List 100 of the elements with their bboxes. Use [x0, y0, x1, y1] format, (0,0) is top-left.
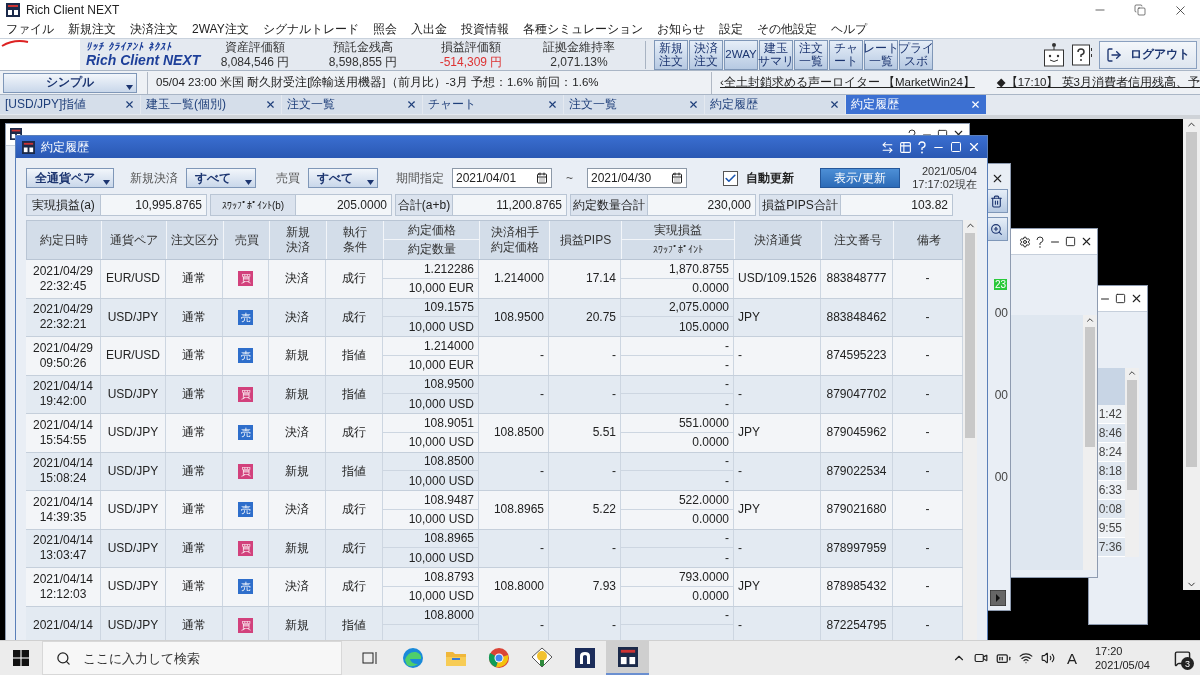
table-cell: 108.9051 — [383, 414, 478, 433]
table-cell: 通常 — [166, 491, 223, 529]
menu-item[interactable]: 2WAY注文 — [192, 20, 249, 38]
table-cell: 指値 — [326, 452, 383, 490]
column-header: 執行 条件 — [327, 221, 384, 259]
robot-icon[interactable] — [1043, 41, 1065, 68]
table-cell-text: 10,000 USD — [407, 395, 475, 413]
scroll-right-button[interactable] — [990, 590, 1006, 606]
tab[interactable]: 約定履歴 — [705, 95, 845, 114]
menu-item[interactable]: その他設定 — [756, 20, 817, 38]
toolbar-button[interactable]: 新規 注文 — [654, 39, 688, 70]
menu-item[interactable]: シグナルトレード — [262, 20, 359, 38]
speaker-icon[interactable] — [1040, 651, 1055, 665]
date-field[interactable]: 2021/04/30 — [587, 168, 687, 188]
table-cell: 5.22 — [549, 491, 621, 529]
swap-icon[interactable] — [881, 140, 894, 154]
clock[interactable]: 17:20 2021/05/04 — [1088, 644, 1156, 672]
scrollbar[interactable] — [1125, 368, 1139, 557]
toolbar-button[interactable]: レート 一覧 — [864, 39, 898, 70]
toolbar-button[interactable]: 2WAY — [724, 39, 758, 70]
table-icon[interactable] — [899, 140, 912, 154]
app-icon — [22, 140, 35, 154]
logout-icon — [1106, 46, 1122, 63]
table-cell: - — [734, 529, 821, 567]
table-cell: EUR/USD — [101, 337, 166, 375]
table-cell: 通常 — [166, 568, 223, 606]
scroll-up-icon[interactable] — [1085, 315, 1095, 325]
logout-button[interactable]: ログアウト — [1099, 40, 1197, 69]
wifi-icon[interactable] — [1018, 651, 1033, 665]
menu-item[interactable]: 新規注文 — [68, 20, 116, 38]
scrollbar[interactable] — [1183, 119, 1200, 590]
calendar-icon[interactable] — [671, 172, 683, 184]
table-cell: 108.8793 — [383, 568, 478, 587]
dropdown[interactable]: 全通貨ペア — [26, 168, 114, 188]
toolbar-button[interactable]: 注文 一覧 — [794, 39, 828, 70]
tab[interactable]: 建玉一覧(個別) — [141, 95, 281, 114]
tab[interactable]: [USD/JPY]指値 — [0, 95, 140, 114]
table-cell: 2021/04/14 13:03:47 — [26, 529, 101, 567]
news-link[interactable]: ‹全土封鎖求める声ーロイター 【MarketWin24】 — [720, 75, 975, 90]
scroll-up-icon[interactable] — [1127, 368, 1137, 378]
column-header: 決済相手 約定価格 — [480, 221, 550, 259]
column-header: ｽﾜｯﾌﾟﾎﾟｲﾝﾄ — [652, 243, 704, 257]
tab[interactable]: 約定履歴 — [846, 95, 986, 114]
toolbar-button[interactable]: 決済 注文 — [689, 39, 723, 70]
column-header: 約定日時 — [27, 221, 102, 259]
stat-label: 資産評価額 — [225, 39, 285, 55]
table-cell: 新規 — [269, 375, 326, 413]
date-field[interactable]: 2021/04/01 — [452, 168, 552, 188]
toolbar-button[interactable]: 建玉 サマリ — [759, 39, 793, 70]
tab[interactable]: チャート — [423, 95, 563, 114]
table-cell: 2021/04/29 09:50:26 — [26, 337, 101, 375]
scrollbar-thumb[interactable] — [1127, 380, 1137, 490]
window-title: Rich Client NEXT — [26, 3, 120, 17]
scrollbar-thumb[interactable] — [1085, 327, 1095, 447]
camera-icon[interactable] — [973, 651, 988, 665]
table-cell: 2021/04/14 19:42:00 — [26, 375, 101, 413]
scrollbar-thumb[interactable] — [1185, 132, 1198, 467]
view-select[interactable]: シンプル — [3, 72, 137, 93]
news-link[interactable]: ◆【17:10】 英3月消費者信用残高、予 — [996, 75, 1200, 90]
stat-value: 8,084,546 円 — [220, 54, 290, 70]
dropdown[interactable]: すべて — [186, 168, 256, 188]
menu-item[interactable]: 設定 — [718, 20, 743, 38]
filter-label: 期間指定 — [396, 169, 444, 187]
menu-item[interactable]: ヘルプ — [830, 20, 867, 38]
scrollbar[interactable] — [1083, 315, 1097, 570]
toolbar-button[interactable]: チャ ート — [829, 39, 863, 70]
table-cell: 1.214000 — [479, 260, 549, 298]
side-badge: 買 — [238, 271, 253, 287]
table-cell: 通常 — [166, 414, 223, 452]
table-cell: 2021/04/29 22:32:45 — [26, 260, 101, 298]
table-cell: 通常 — [166, 298, 223, 336]
checkbox[interactable] — [723, 170, 738, 186]
tab[interactable]: 注文一覧 — [282, 95, 422, 114]
table-cell: - — [734, 337, 821, 375]
menu-item[interactable]: 各種シミュレーション — [522, 20, 643, 38]
ime-indicator[interactable]: A — [1062, 649, 1081, 667]
settings-icon[interactable] — [1019, 235, 1031, 248]
table-cell: 878985432 — [821, 568, 893, 606]
table-cell: 109.1575 — [383, 298, 478, 318]
menu-item[interactable]: 投資情報 — [460, 20, 509, 38]
table-cell-text: 10,000 USD — [407, 588, 475, 606]
scrollbar[interactable] — [963, 220, 977, 640]
refresh-button[interactable]: 表示/更新 — [820, 168, 900, 188]
menu-item[interactable]: 照会 — [372, 20, 397, 38]
side-badge: 買 — [238, 463, 253, 479]
menu-item[interactable]: ファイル — [6, 20, 54, 38]
tab[interactable]: 注文一覧 — [564, 95, 704, 114]
scrollbar-thumb[interactable] — [965, 233, 975, 438]
search-field[interactable]: ここに入力して検索 — [42, 641, 342, 675]
dropdown[interactable]: すべて — [308, 168, 378, 188]
restore-icon[interactable] — [1134, 4, 1146, 16]
notification-button[interactable]: 3 — [1164, 641, 1200, 675]
toolbar-button[interactable]: プライ スボ — [899, 39, 933, 70]
app-icon[interactable] — [606, 641, 649, 675]
table-cell: 通常 — [166, 452, 223, 490]
table-cell: - — [621, 452, 733, 472]
calendar-icon[interactable] — [536, 172, 548, 184]
menu-item[interactable]: 入出金 — [410, 20, 447, 38]
menu-item[interactable]: 決済注文 — [130, 20, 178, 38]
menu-item[interactable]: お知らせ — [656, 20, 705, 38]
